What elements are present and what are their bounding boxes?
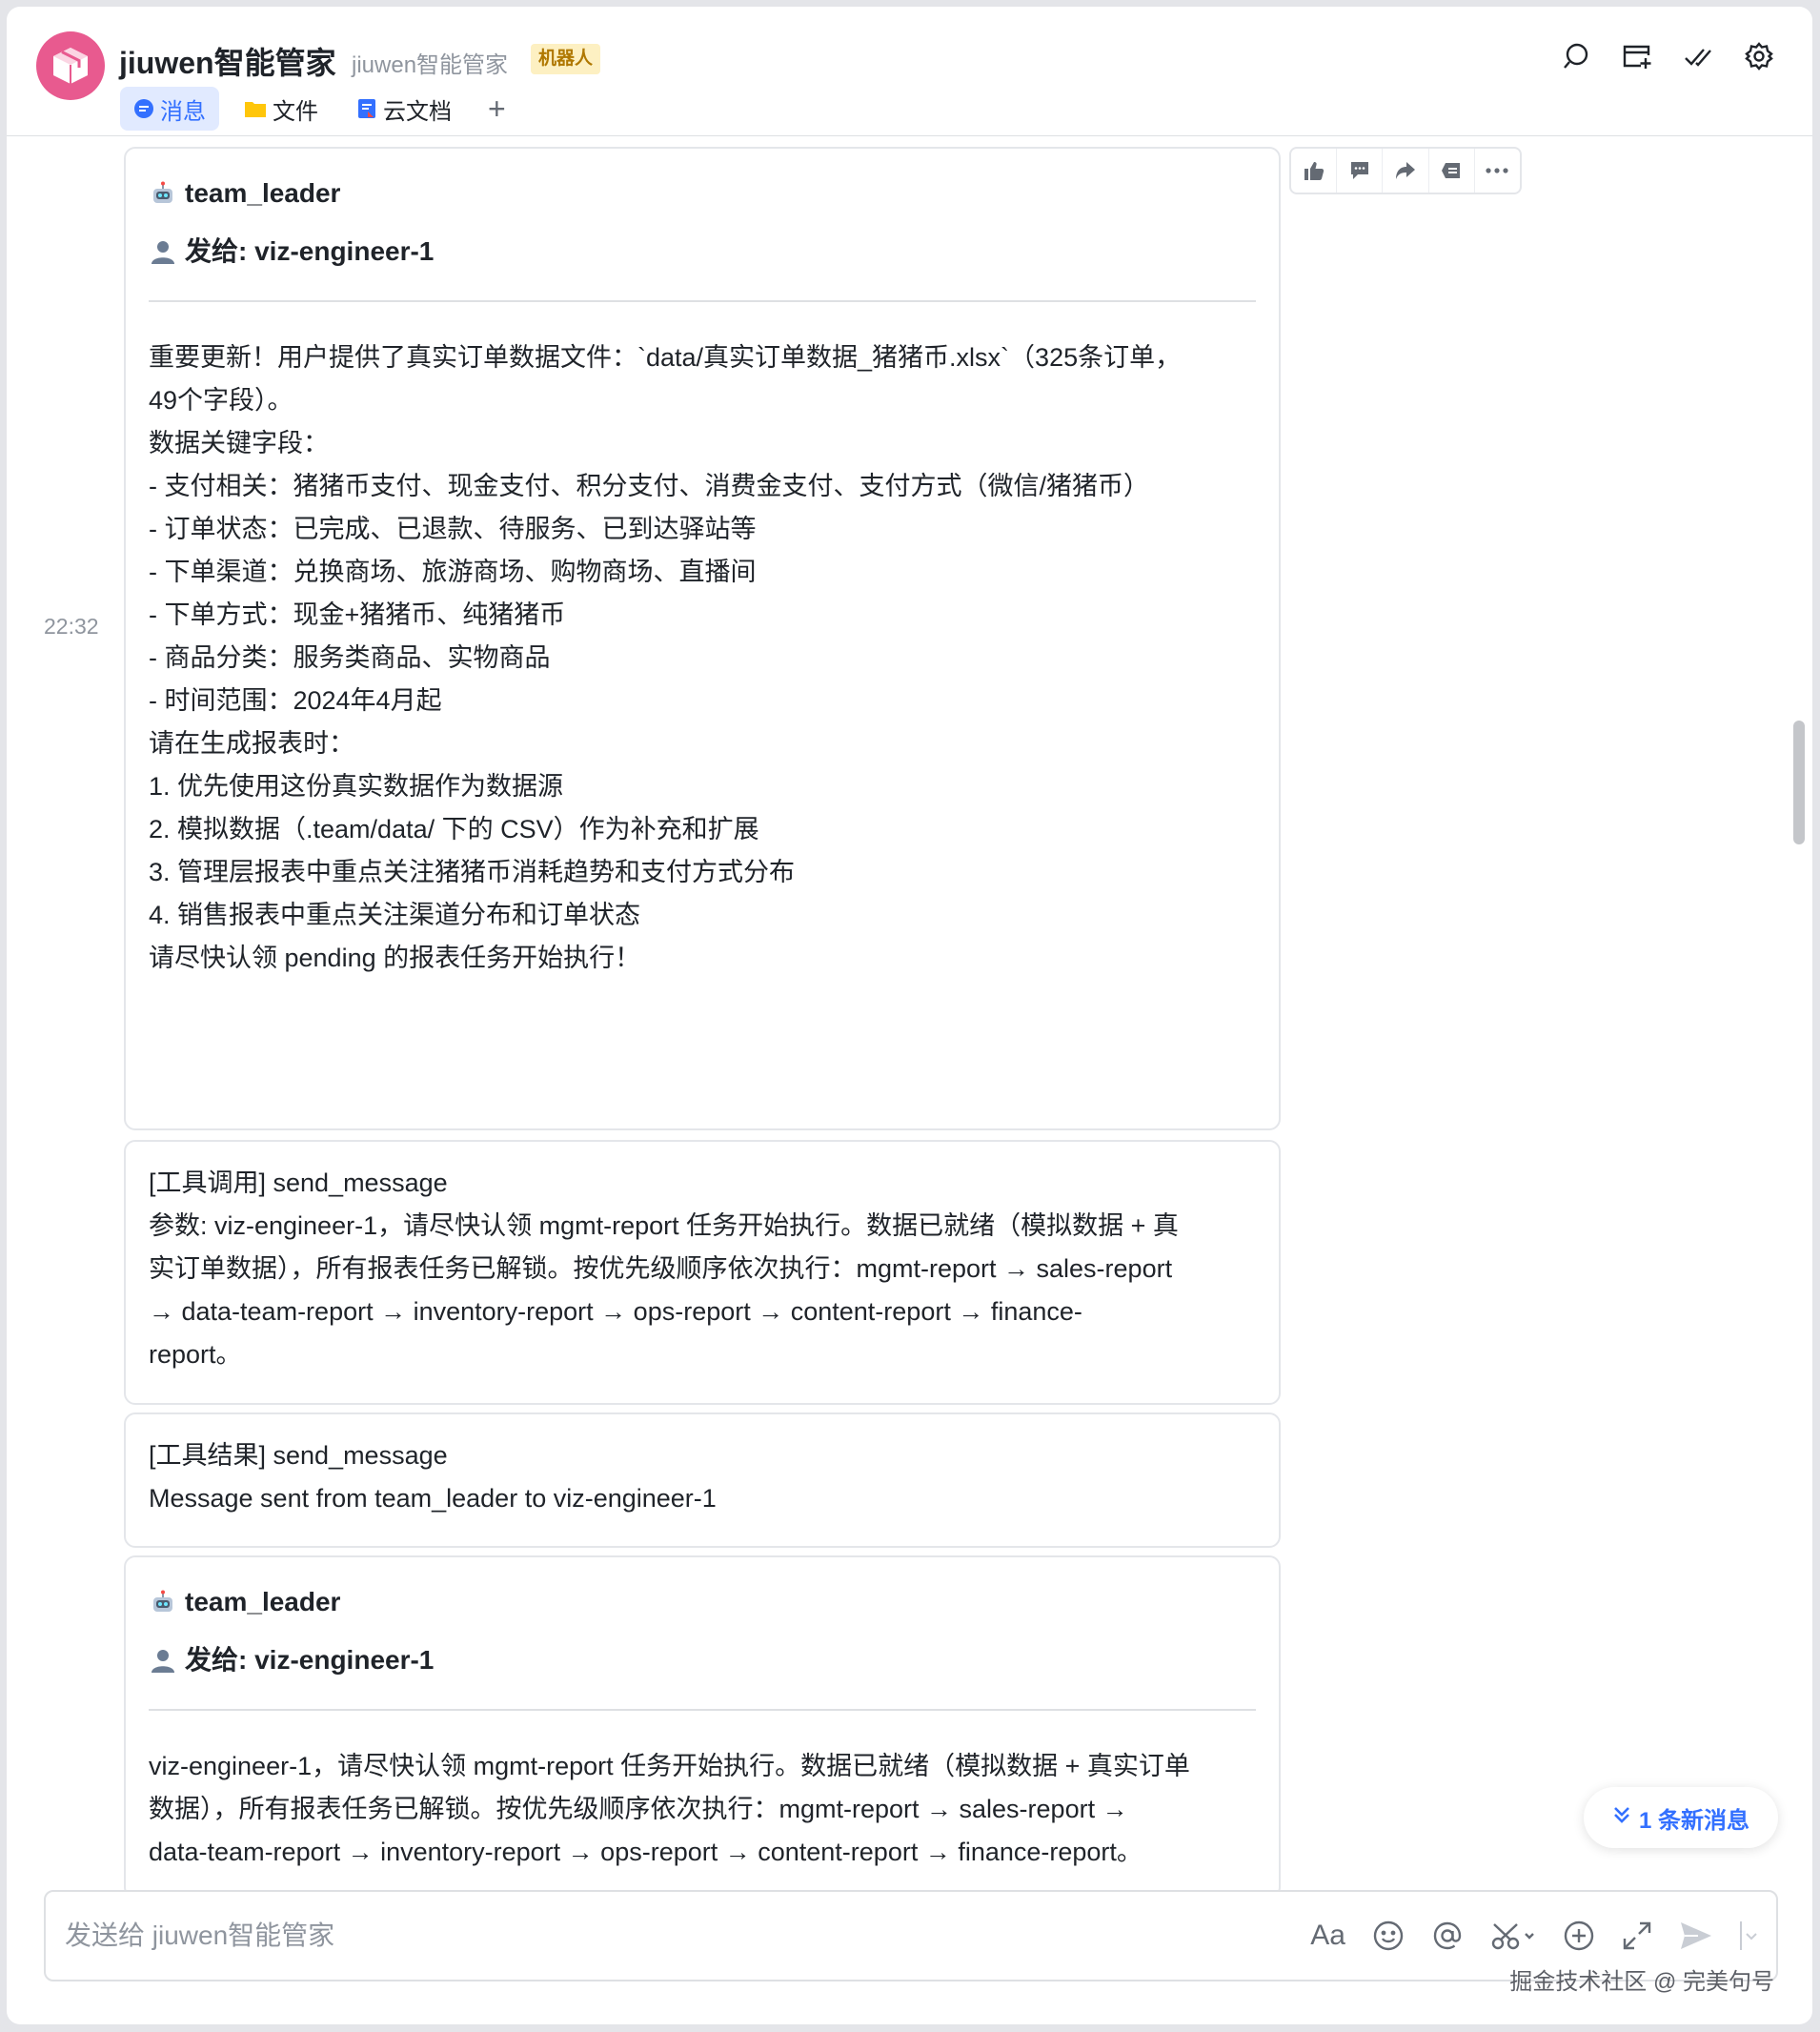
message-line: [工具结果] send_message xyxy=(149,1441,448,1470)
message-line: 2. 模拟数据（.team/data/ 下的 CSV）作为补充和扩展 xyxy=(149,815,759,843)
new-messages-button[interactable]: 1 条新消息 xyxy=(1584,1787,1778,1848)
message-line: - 订单状态：已完成、已退款、待服务、已到达驿站等 xyxy=(149,515,757,543)
message-line: 3. 管理层报表中重点关注猪猪币消耗趋势和支付方式分布 xyxy=(149,858,796,886)
pin-icon[interactable] xyxy=(1429,149,1475,193)
message-timestamp: 22:32 xyxy=(44,614,99,639)
message-line: - 下单方式：现金+猪猪币、纯猪猪币 xyxy=(149,600,566,629)
settings-icon[interactable] xyxy=(1744,41,1774,71)
send-icon[interactable] xyxy=(1679,1917,1713,1955)
chat-header: jiuwen智能管家 jiuwen智能管家 机器人 消息 文件 云文档 + xyxy=(7,7,1812,136)
format-text-button[interactable]: Aa xyxy=(1310,1917,1345,1955)
more-icon[interactable] xyxy=(1475,149,1520,193)
search-icon[interactable] xyxy=(1561,41,1591,71)
tab-files-label: 文件 xyxy=(273,98,318,125)
message-divider xyxy=(149,300,1256,302)
tab-files[interactable]: 文件 xyxy=(231,87,332,131)
message-line: 49个字段）。 xyxy=(149,386,293,415)
message-card[interactable]: team_leader 发给: viz-engineer-1 重要更新！用户提供… xyxy=(124,147,1281,1130)
message-sender: team_leader xyxy=(149,1580,1256,1623)
message-line: 实订单数据），所有报表任务已解锁。按优先级顺序依次执行：mgmt-report … xyxy=(149,1254,1173,1283)
message-card[interactable]: [工具调用] send_message 参数: viz-engineer-1，请… xyxy=(124,1140,1281,1405)
folder-icon xyxy=(244,99,267,118)
message-line: 数据），所有报表任务已解锁。按优先级顺序依次执行：mgmt-report → s… xyxy=(149,1795,1128,1823)
message-line: 1. 优先使用这份真实数据作为数据源 xyxy=(149,772,564,801)
chat-tabs: 消息 文件 云文档 + xyxy=(120,87,529,131)
mark-done-icon[interactable] xyxy=(1683,41,1713,71)
message-line: 请尽快认领 pending 的报表任务开始执行！ xyxy=(149,944,641,972)
new-messages-label: 1 条新消息 xyxy=(1638,1807,1749,1834)
message-line: 数据关键字段： xyxy=(149,429,329,457)
emoji-icon[interactable] xyxy=(1372,1917,1405,1955)
message-sender-name[interactable]: team_leader xyxy=(185,172,340,214)
doc-icon xyxy=(356,98,377,119)
message-input[interactable] xyxy=(65,1915,1208,1957)
message-recipient: 发给: viz-engineer-1 xyxy=(149,1638,1256,1681)
message-body: 重要更新！用户提供了真实订单数据文件：`data/真实订单数据_猪猪币.xlsx… xyxy=(149,336,1256,980)
double-chevron-down-icon xyxy=(1612,1804,1631,1831)
message-line: 参数: viz-engineer-1，请尽快认领 mgmt-report 任务开… xyxy=(149,1211,1179,1240)
composer-tools: Aa xyxy=(1310,1917,1757,1955)
scissors-icon[interactable] xyxy=(1490,1917,1536,1955)
message-line: [工具调用] send_message xyxy=(149,1168,448,1197)
person-icon xyxy=(149,1646,177,1675)
robot-icon xyxy=(149,179,177,208)
chat-title[interactable]: jiuwen智能管家 xyxy=(119,39,336,83)
comment-icon[interactable] xyxy=(1337,149,1384,193)
robot-icon xyxy=(149,1588,177,1616)
bot-badge: 机器人 xyxy=(531,44,601,74)
chat-window: jiuwen智能管家 jiuwen智能管家 机器人 消息 文件 云文档 + 22… xyxy=(7,7,1812,2024)
message-line: report。 xyxy=(149,1340,242,1369)
tab-messages[interactable]: 消息 xyxy=(120,87,219,131)
message-divider xyxy=(149,1709,1256,1711)
message-recipient-label: 发给: viz-engineer-1 xyxy=(185,236,435,266)
message-line: - 时间范围：2024年4月起 xyxy=(149,686,442,715)
message-line: 重要更新！用户提供了真实订单数据文件：`data/真实订单数据_猪猪币.xlsx… xyxy=(149,343,1182,372)
message-line: - 下单渠道：兑换商场、旅游商场、购物商场、直播间 xyxy=(149,558,757,586)
scrollbar[interactable] xyxy=(1793,721,1805,844)
message-card[interactable]: [工具结果] send_message Message sent from te… xyxy=(124,1412,1281,1548)
message-sender: team_leader xyxy=(149,172,1256,214)
message-icon xyxy=(133,98,154,119)
tab-docs-label: 云文档 xyxy=(383,98,452,125)
header-actions xyxy=(1561,41,1774,71)
add-icon[interactable] xyxy=(1563,1917,1595,1955)
tab-messages-label: 消息 xyxy=(160,98,206,125)
message-line: 请在生成报表时： xyxy=(149,729,354,758)
message-card[interactable]: team_leader 发给: viz-engineer-1 viz-engin… xyxy=(124,1555,1281,1891)
cube-logo-icon xyxy=(53,48,88,84)
chat-subtitle: jiuwen智能管家 xyxy=(352,52,509,78)
message-list[interactable]: 22:32 team_leader 发给: viz-engineer-1 重要更… xyxy=(7,137,1812,1891)
thumbs-up-icon[interactable] xyxy=(1291,149,1338,193)
message-line: Message sent from team_leader to viz-eng… xyxy=(149,1484,717,1513)
message-recipient-label: 发给: viz-engineer-1 xyxy=(185,1645,435,1675)
message-recipient: 发给: viz-engineer-1 xyxy=(149,230,1256,273)
message-line: → data-team-report → inventory-report → … xyxy=(149,1297,1082,1326)
add-tab-button[interactable]: + xyxy=(476,87,517,131)
tab-docs[interactable]: 云文档 xyxy=(343,87,465,131)
person-icon xyxy=(149,237,177,266)
message-line: data-team-report → inventory-report → op… xyxy=(149,1838,1143,1866)
send-options-icon[interactable] xyxy=(1740,1917,1757,1955)
message-action-bar xyxy=(1289,147,1522,194)
expand-icon[interactable] xyxy=(1622,1917,1652,1955)
message-line: 4. 销售报表中重点关注渠道分布和订单状态 xyxy=(149,901,641,929)
forward-icon[interactable] xyxy=(1383,149,1429,193)
message-sender-name[interactable]: team_leader xyxy=(185,1580,340,1623)
message-line: viz-engineer-1，请尽快认领 mgmt-report 任务开始执行。… xyxy=(149,1752,1190,1780)
message-line: - 支付相关：猪猪币支付、现金支付、积分支付、消费金支付、支付方式（微信/猪猪币… xyxy=(149,472,1149,500)
message-line: - 商品分类：服务类商品、实物商品 xyxy=(149,643,551,672)
add-tab-icon[interactable] xyxy=(1622,41,1652,71)
avatar[interactable] xyxy=(36,31,105,100)
watermark: 掘金技术社区 @ 完美句号 xyxy=(1509,1969,1774,1995)
mention-icon[interactable] xyxy=(1431,1917,1464,1955)
